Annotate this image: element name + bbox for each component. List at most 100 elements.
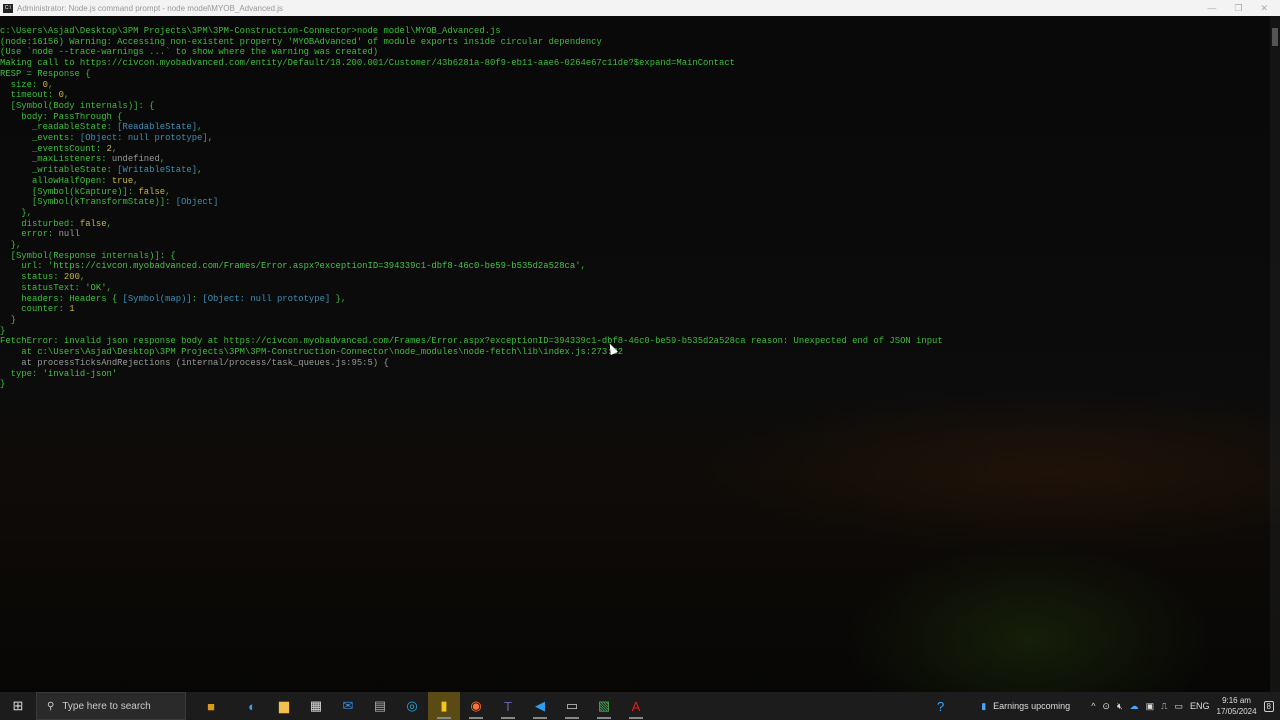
terminal-line: [Symbol(kTransformState)]: [Object] <box>0 197 1270 208</box>
language-indicator[interactable]: ENG <box>1190 701 1210 711</box>
terminal-text: (node:16156) Warning: Accessing non-exis… <box>0 36 602 47</box>
terminal-text: }, <box>0 240 22 251</box>
file-explorer-icon: ▆ <box>279 698 289 713</box>
edge-icon: ◐ <box>248 698 256 714</box>
teams-icon: T <box>504 698 512 714</box>
start-button[interactable]: ⊞ <box>0 692 36 720</box>
news-widget[interactable]: Earnings upcoming <box>993 701 1070 711</box>
close-button[interactable]: ✕ <box>1260 3 1268 14</box>
terminal-text: statusText: <box>0 282 86 293</box>
terminal-text: headers: Headers { <box>0 293 123 304</box>
terminal-text: , <box>159 154 166 165</box>
terminal-line: } <box>0 315 1270 326</box>
terminal-text: 1 <box>69 304 75 315</box>
notifications-button[interactable]: 8 <box>1263 700 1274 712</box>
terminal-line: } <box>0 326 1270 337</box>
terminal-line: url: 'https://civcon.myobadvanced.com/Fr… <box>0 261 1270 272</box>
terminal-line: at processTicksAndRejections (internal/p… <box>0 358 1270 369</box>
terminal-text: _eventsCount: <box>0 143 107 154</box>
chevron-up-icon[interactable]: ^ <box>1091 701 1095 711</box>
taskbar: ⊞ ⚲ Type here to search ■ ◐ ▆ ▦ ✉ ▤ ◎ ▮ ◉ T ◀ ▭ ▧ A … <box>0 692 1280 720</box>
terminal-line: c:\Users\Asjad\Desktop\3PM Projects\3PM\… <box>0 26 1270 37</box>
terminal-text: , <box>47 79 54 90</box>
terminal-text: , <box>165 186 171 197</box>
terminal-line: } <box>0 379 1270 390</box>
terminal-text: _writableState: <box>0 165 118 176</box>
terminal-text: _events: <box>0 133 80 144</box>
terminal-text: , <box>63 90 70 101</box>
terminal-text: [Symbol(Body internals)]: { <box>0 100 155 111</box>
store-icon: ▦ <box>309 698 323 713</box>
terminal-text: [Symbol(Response internals)]: { <box>0 250 176 261</box>
terminal-text: , <box>133 175 139 186</box>
terminal-line: disturbed: false, <box>0 219 1270 230</box>
display-icon[interactable]: ▣ <box>1146 701 1155 712</box>
terminal-line: status: 200, <box>0 272 1270 283</box>
window-title: Administrator: Node.js command prompt - … <box>17 3 283 13</box>
network-icon[interactable]: ⎍ <box>1161 701 1167 712</box>
terminal-text: null <box>58 229 80 240</box>
terminal-text: false <box>138 186 166 197</box>
taskbar-app-calculator[interactable]: ▤ <box>364 692 396 720</box>
terminal-text: false <box>79 218 107 229</box>
help-icon[interactable]: ? <box>937 699 944 714</box>
terminal-output[interactable]: c:\Users\Asjad\Desktop\3PM Projects\3PM\… <box>0 16 1270 692</box>
terminal-text: true <box>111 175 134 186</box>
taskbar-app-mail[interactable]: ✉ <box>332 692 364 720</box>
terminal-text: 'OK' <box>85 282 107 293</box>
taskbar-app-acrobat[interactable]: A <box>620 692 652 720</box>
search-icon: ⚲ <box>47 700 55 712</box>
terminal-text: (Use `node --trace-warnings ...` to show… <box>0 47 379 58</box>
taskbar-app-firefox[interactable]: ◉ <box>460 692 492 720</box>
mute-icon[interactable]: 🔇︎ <box>1117 701 1123 712</box>
terminal-text: c:\Users\Asjad\Desktop\3PM Projects\3PM\… <box>0 26 501 36</box>
search-box[interactable]: ⚲ Type here to search <box>36 692 186 720</box>
location-icon[interactable]: ⊙ <box>1102 701 1110 712</box>
terminal-text: [WritableState] <box>117 165 198 176</box>
terminal-text: url: <box>0 261 48 272</box>
terminal-text: , <box>207 133 214 144</box>
taskbar-app-vscode[interactable]: ◀ <box>524 692 556 720</box>
clock[interactable]: 9:16 am 17/05/2024 <box>1217 695 1257 717</box>
terminal-text: } <box>0 325 6 336</box>
briefcase-widget-button[interactable]: ■ <box>186 692 236 720</box>
minimize-button[interactable]: — <box>1207 3 1216 14</box>
taskbar-app-edge[interactable]: ◐ <box>236 692 268 720</box>
taskbar-app-excel-viewer[interactable]: ▧ <box>588 692 620 720</box>
vscode-icon: ◀ <box>535 698 545 713</box>
terminal-text: type: <box>0 368 43 379</box>
terminal-text: [Symbol(kCapture)]: <box>0 186 139 197</box>
taskbar-app-sticky-notes[interactable]: ▮ <box>428 692 460 720</box>
terminal-text: , <box>106 218 112 229</box>
terminal-text: at c:\Users\Asjad\Desktop\3PM Projects\3… <box>0 347 624 358</box>
onedrive-icon[interactable]: ☁ <box>1130 701 1139 712</box>
terminal-line: type: 'invalid-json' <box>0 369 1270 380</box>
terminal-text: allowHalfOpen: <box>0 175 112 186</box>
calculator-icon: ▤ <box>373 698 387 713</box>
terminal-text: 'invalid-json' <box>42 368 118 379</box>
taskbar-app-teams[interactable]: T <box>492 692 524 720</box>
terminal-line: headers: Headers { [Symbol(map)]: [Objec… <box>0 294 1270 305</box>
terminal-line: (Use `node --trace-warnings ...` to show… <box>0 47 1270 58</box>
terminal-text: , <box>580 261 586 272</box>
terminal-text: at processTicksAndRejections (internal/p… <box>0 357 389 368</box>
windows-icon: ⊞ <box>12 698 24 713</box>
scrollbar-thumb[interactable] <box>1272 28 1278 46</box>
taskbar-app-file-explorer[interactable]: ▆ <box>268 692 300 720</box>
battery-icon[interactable]: ▭ <box>1174 701 1183 712</box>
terminal-text: , <box>106 282 112 293</box>
terminal-text: body: PassThrough { <box>0 111 123 122</box>
terminal-text: error: <box>0 229 59 240</box>
taskbar-app-terminal[interactable]: ▭ <box>556 692 588 720</box>
terminal-text: } <box>0 379 6 390</box>
taskbar-app-store[interactable]: ▦ <box>300 692 332 720</box>
terminal-scrollbar[interactable] <box>1270 16 1280 692</box>
terminal-text: [Symbol(map)] <box>122 293 192 304</box>
window-titlebar[interactable]: C:\ Administrator: Node.js command promp… <box>0 0 1280 16</box>
maximize-button[interactable]: ❐ <box>1234 3 1242 14</box>
terminal-text: disturbed: <box>0 218 80 229</box>
sticky-notes-icon: ▮ <box>440 698 448 713</box>
taskbar-app-sync[interactable]: ◎ <box>396 692 428 720</box>
cmd-icon: C:\ <box>3 3 13 13</box>
news-icon[interactable]: ▮ <box>981 701 986 712</box>
